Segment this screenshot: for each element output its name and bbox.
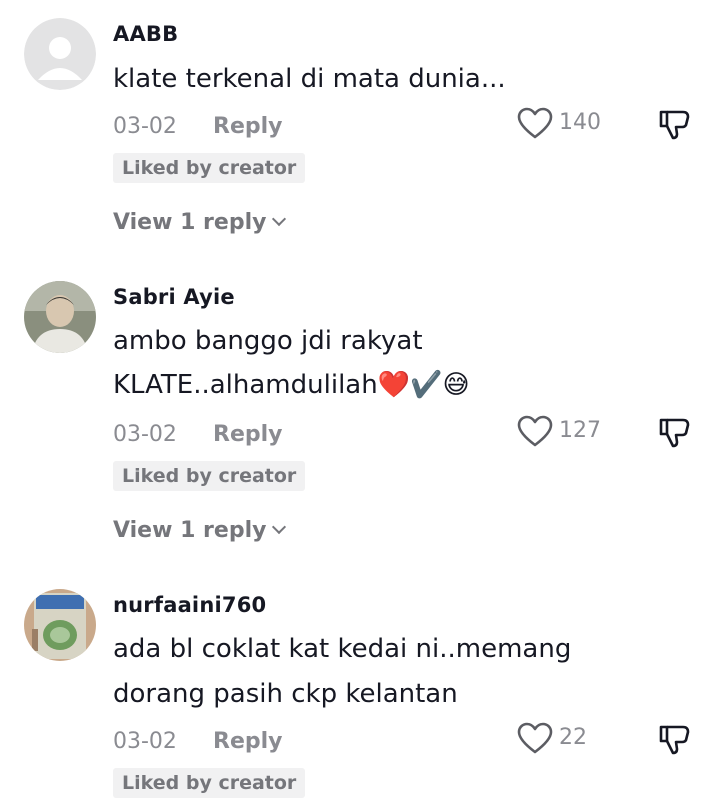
thumbs-down-icon: [659, 725, 690, 755]
comment-text-segment: KLATE..alhamdulilah: [113, 370, 378, 400]
heart-outline-icon: [517, 107, 553, 139]
dislike-button[interactable]: [657, 106, 693, 142]
dislike-button[interactable]: [657, 721, 693, 757]
like-button[interactable]: 22: [517, 721, 627, 757]
liked-by-creator-badge: Liked by creator: [113, 153, 306, 183]
reply-button[interactable]: Reply: [213, 114, 283, 139]
username[interactable]: AABB: [113, 22, 178, 46]
username[interactable]: Sabri Ayie: [113, 285, 235, 309]
avatar[interactable]: [24, 589, 96, 661]
photo-avatar-icon: [24, 281, 96, 353]
comment-date: 03-02: [113, 422, 177, 447]
comment-date: 03-02: [113, 729, 177, 754]
comment-text: ada bl coklat kat kedai ni..memang: [113, 634, 572, 664]
reply-button[interactable]: Reply: [213, 422, 283, 447]
comment-date: 03-02: [113, 114, 177, 139]
like-count: 127: [559, 418, 601, 443]
like-button[interactable]: 140: [517, 106, 627, 142]
username[interactable]: nurfaaini760: [113, 593, 266, 617]
liked-by-creator-badge: Liked by creator: [113, 461, 306, 491]
book-cover-avatar-icon: [24, 589, 96, 661]
avatar[interactable]: [24, 18, 96, 90]
chevron-down-icon: [272, 211, 287, 227]
thumbs-down-icon: [659, 418, 690, 448]
view-replies-label: View 1 reply: [113, 518, 267, 543]
comment-text: dorang pasih ckp kelantan: [113, 679, 458, 709]
default-avatar-icon: [24, 18, 96, 90]
heart-outline-icon: [517, 722, 553, 754]
heart-emoji: ❤️: [377, 370, 411, 400]
dislike-button[interactable]: [657, 414, 693, 450]
check-emoji: ✔️: [410, 370, 443, 400]
heart-outline-icon: [517, 415, 553, 447]
view-replies-button[interactable]: View 1 reply: [113, 518, 287, 543]
sweat-smile-emoji: 😅: [442, 370, 470, 400]
comment-text: klate terkenal di mata dunia...: [113, 64, 506, 94]
avatar[interactable]: [24, 281, 96, 353]
like-button[interactable]: 127: [517, 414, 627, 450]
view-replies-label: View 1 reply: [113, 210, 267, 235]
comment-text: ambo banggo jdi rakyat: [113, 326, 423, 356]
liked-by-creator-badge: Liked by creator: [113, 768, 306, 798]
view-replies-button[interactable]: View 1 reply: [113, 210, 287, 235]
like-count: 140: [559, 110, 601, 135]
comment-text: KLATE..alhamdulilah❤️✔️😅: [113, 370, 470, 400]
like-count: 22: [559, 725, 587, 750]
chevron-down-icon: [272, 519, 287, 535]
thumbs-down-icon: [659, 110, 690, 140]
reply-button[interactable]: Reply: [213, 729, 283, 754]
